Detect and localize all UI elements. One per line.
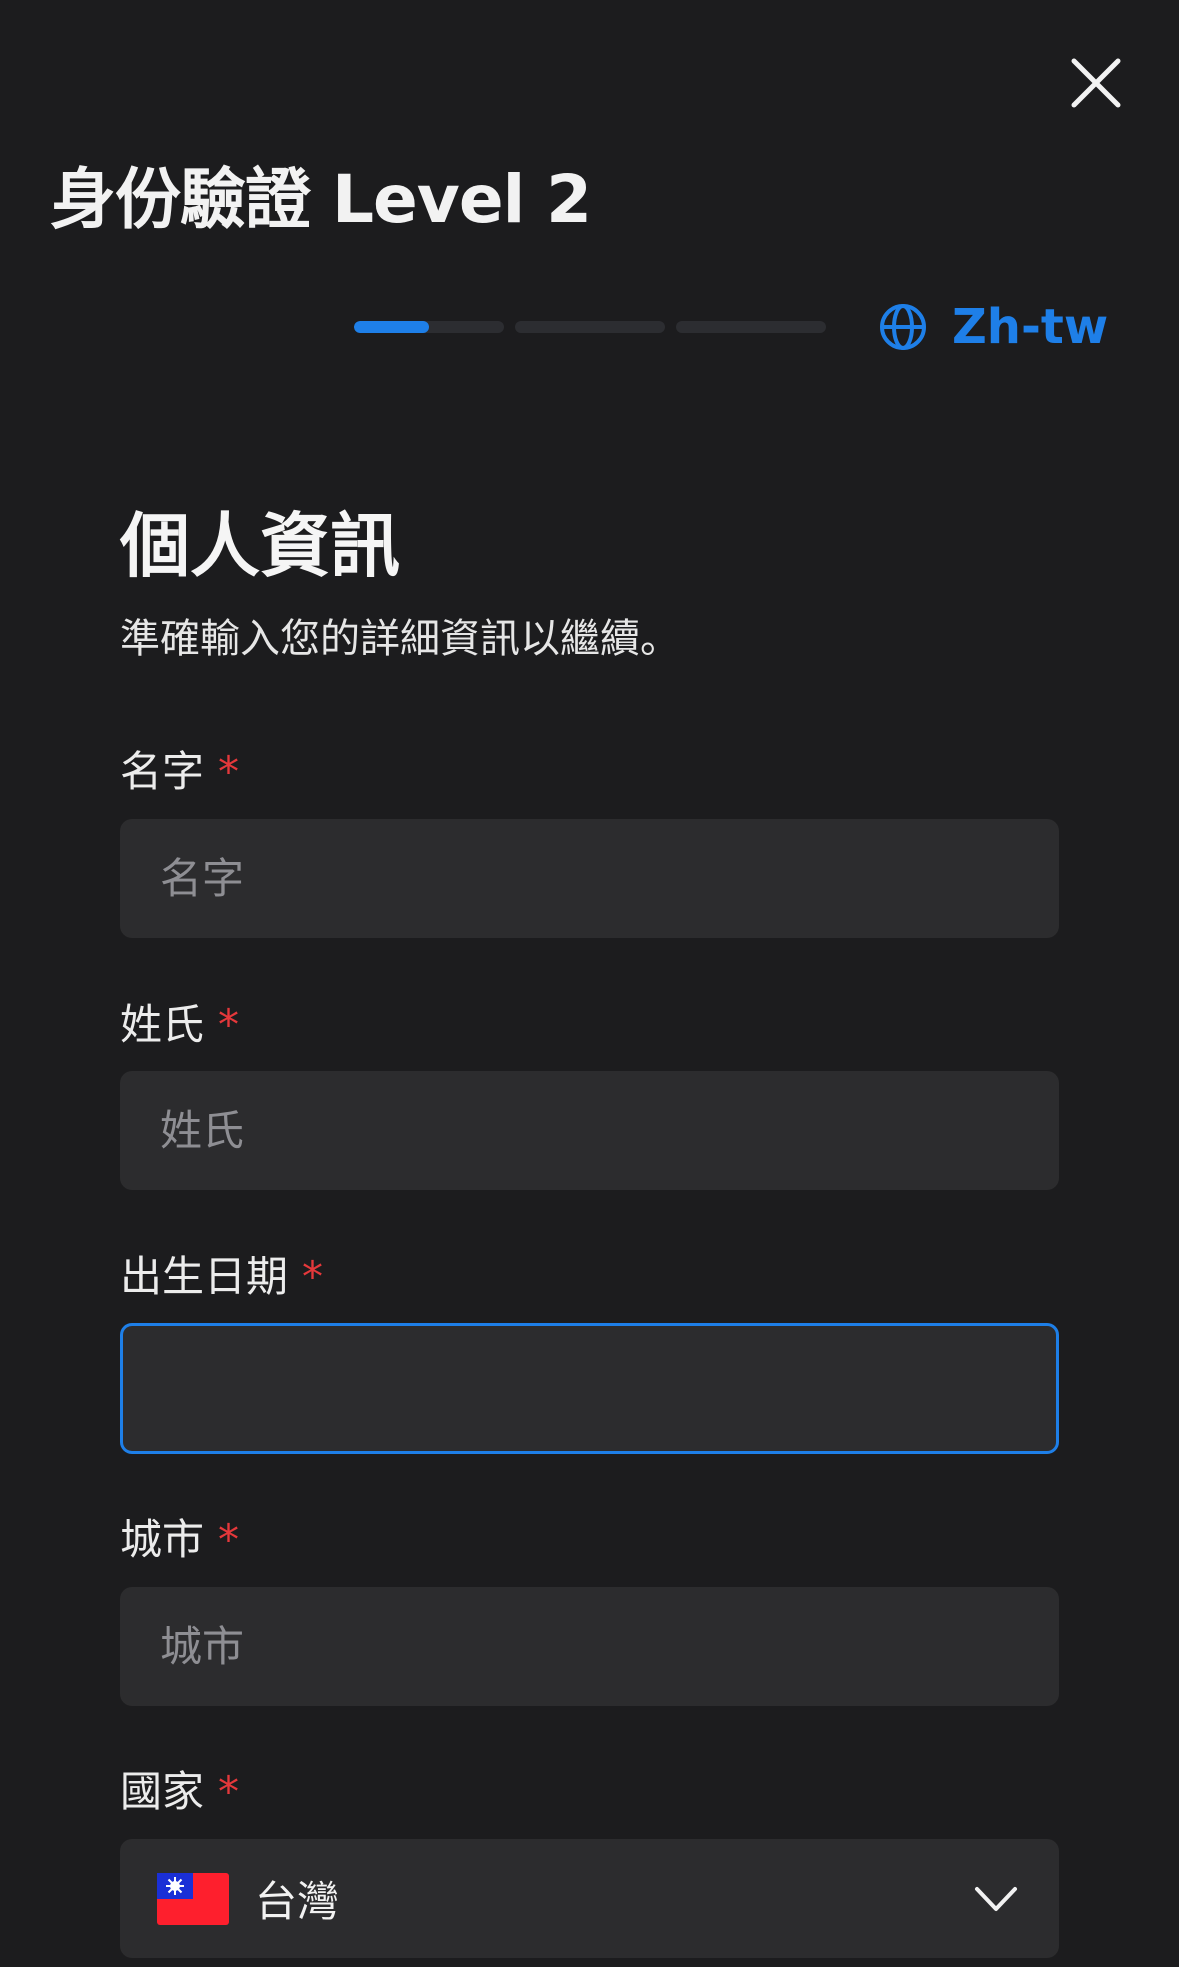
progress-step-3 (676, 321, 826, 333)
section-title: 個人資訊 (120, 505, 400, 587)
close-button[interactable] (1068, 55, 1124, 111)
required-marker: * (218, 1515, 240, 1564)
progress-step-2 (515, 321, 665, 333)
first-name-label-text: 名字 (120, 747, 205, 796)
section-subtitle: 準確輸入您的詳細資訊以繼續。 (120, 616, 680, 662)
country-select[interactable]: 台灣 (120, 1839, 1059, 1958)
required-marker: * (302, 1252, 324, 1301)
chevron-down-icon (975, 1886, 1017, 1911)
taiwan-flag-icon (157, 1872, 229, 1925)
close-icon (1071, 58, 1121, 108)
required-marker: * (218, 1767, 240, 1816)
required-marker: * (218, 1000, 240, 1049)
city-label-text: 城市 (120, 1515, 205, 1564)
page-title: 身份驗證 Level 2 (50, 161, 592, 238)
progress-step-1 (354, 321, 504, 333)
last-name-input[interactable] (120, 1071, 1059, 1190)
country-label-text: 國家 (120, 1767, 205, 1816)
city-label: 城市 * (120, 1506, 239, 1567)
first-name-label: 名字 * (120, 738, 239, 799)
city-input[interactable] (120, 1587, 1059, 1706)
required-marker: * (218, 747, 240, 796)
birth-date-input[interactable] (120, 1323, 1059, 1454)
country-label: 國家 * (120, 1758, 239, 1819)
first-name-input[interactable] (120, 819, 1059, 938)
last-name-label: 姓氏 * (120, 991, 239, 1052)
birth-date-label-text: 出生日期 (120, 1252, 289, 1301)
country-value: 台灣 (255, 1877, 340, 1926)
last-name-label-text: 姓氏 (120, 1000, 205, 1049)
language-label: Zh-tw (952, 299, 1109, 355)
birth-date-label: 出生日期 * (120, 1243, 323, 1304)
language-selector[interactable]: Zh-tw (878, 296, 1108, 358)
globe-icon (880, 304, 926, 350)
progress-step-1-fill (354, 321, 429, 333)
